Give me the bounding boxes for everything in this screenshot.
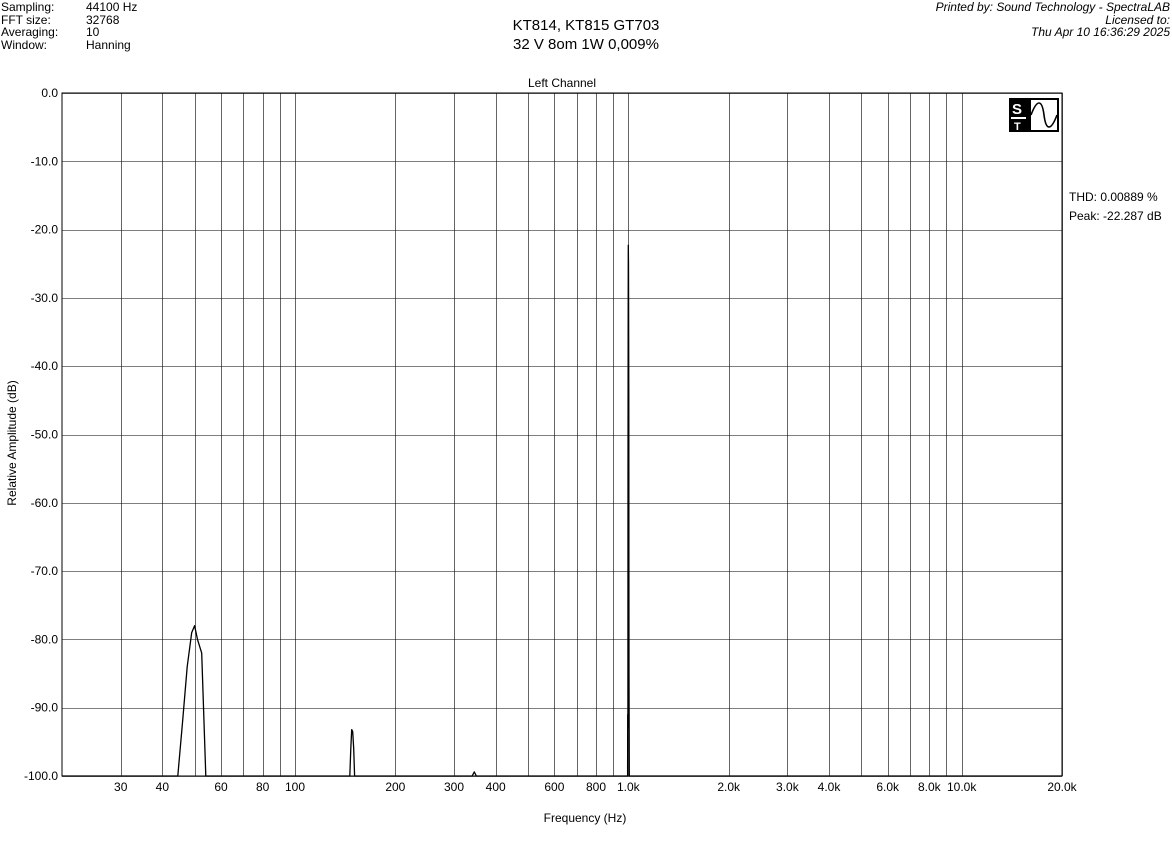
x-tick-label: 3.0k [776, 780, 800, 794]
x-tick-label: 80 [256, 780, 270, 794]
y-tick-label: -80.0 [31, 632, 59, 646]
x-tick-label: 8.0k [918, 780, 942, 794]
y-tick-label: -60.0 [31, 496, 59, 510]
svg-text:S: S [1012, 101, 1022, 118]
y-tick-label: -90.0 [31, 701, 59, 715]
y-tick-label: -30.0 [31, 291, 59, 305]
x-tick-label: 300 [444, 780, 464, 794]
y-tick-label: -20.0 [31, 223, 59, 237]
x-axis-label: Frequency (Hz) [544, 811, 627, 825]
x-tick-label: 400 [486, 780, 506, 794]
peak-readout: Peak: -22.287 dB [1069, 209, 1162, 223]
x-tick-label: 100 [285, 780, 305, 794]
series-layer [62, 244, 1062, 777]
x-tick-label: 200 [385, 780, 405, 794]
y-tick-label: -40.0 [31, 359, 59, 373]
y-tick-label: -50.0 [31, 428, 59, 442]
y-tick-label: 0.0 [41, 86, 58, 100]
grid-lines [62, 93, 1063, 777]
x-tick-label: 800 [586, 780, 606, 794]
spectrum-line [62, 244, 1062, 777]
x-tick-label: 20.0k [1047, 780, 1077, 794]
spectrum-chart: 0.0 -10.0 -20.0 -30.0 -40.0 -50.0 -60.0 -70.0 -8… [5, 76, 1162, 825]
x-tick-label: 1.0k [617, 780, 641, 794]
y-tick-label: -10.0 [31, 154, 59, 168]
x-tick-label: 4.0k [818, 780, 842, 794]
x-tick-labels: 30 40 60 80 100 200 300 400 600 800 1.0k 2.0k 3.0k 4.… [114, 780, 1078, 794]
y-tick-labels: 0.0 -10.0 -20.0 -30.0 -40.0 -50.0 -60.0 -70.0 -8… [24, 86, 58, 783]
y-axis-label: Relative Amplitude (dB) [5, 380, 19, 505]
x-tick-label: 10.0k [947, 780, 977, 794]
x-tick-label: 600 [544, 780, 564, 794]
x-tick-label: 2.0k [717, 780, 741, 794]
svg-text:T: T [1014, 121, 1021, 133]
st-logo-icon: S T [1009, 98, 1059, 133]
x-tick-label: 40 [156, 780, 170, 794]
thd-readout: THD: 0.00889 % [1069, 190, 1158, 204]
chart-title: Left Channel [528, 76, 596, 90]
y-tick-label: -100.0 [24, 769, 58, 783]
x-tick-label: 6.0k [876, 780, 900, 794]
x-tick-label: 60 [214, 780, 228, 794]
plot-frame [61, 92, 1063, 777]
y-tick-label: -70.0 [31, 564, 59, 578]
x-tick-label: 30 [114, 780, 128, 794]
